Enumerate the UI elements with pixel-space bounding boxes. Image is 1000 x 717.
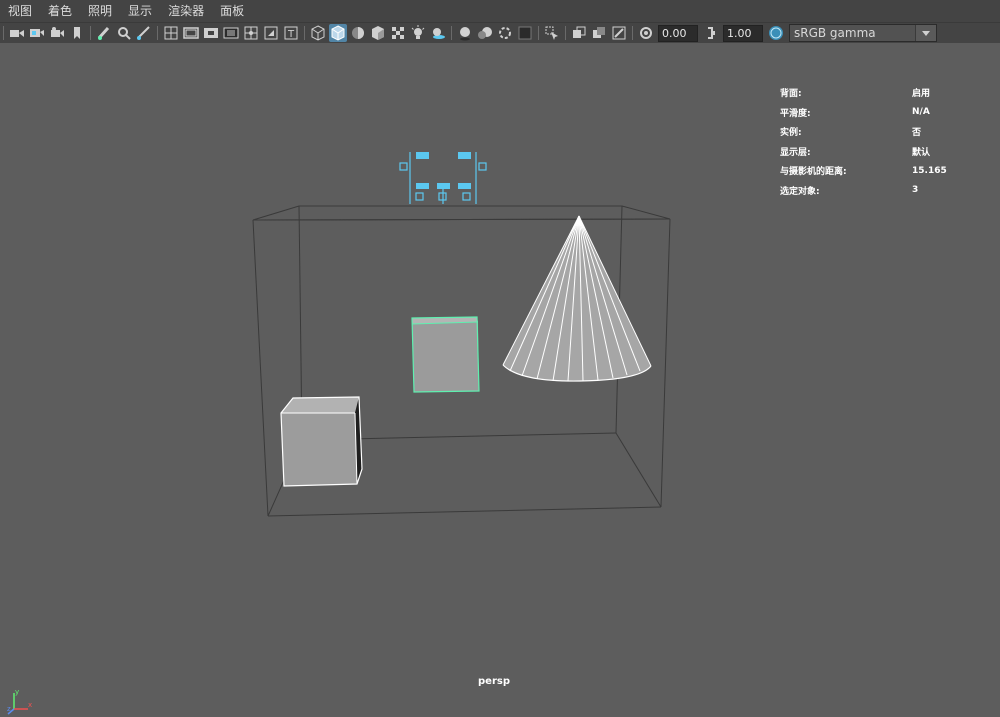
- safe-action-icon[interactable]: [242, 24, 260, 42]
- shadows-icon[interactable]: [429, 24, 447, 42]
- xray-joints-icon[interactable]: [590, 24, 608, 42]
- viewport-toolbar: T 0.00 1.00 sRGB gamma: [0, 22, 1000, 43]
- manipulator-handles[interactable]: [399, 152, 487, 204]
- toolbar-divider: [304, 26, 305, 40]
- bookmark-camera-icon[interactable]: [48, 24, 66, 42]
- axis-x-label: x: [28, 701, 32, 709]
- depth-of-field-icon[interactable]: [516, 24, 534, 42]
- gamma-field[interactable]: 1.00: [723, 24, 763, 42]
- xray-components-icon[interactable]: [610, 24, 628, 42]
- toolbar-divider: [538, 26, 539, 40]
- camera-attributes-icon[interactable]: [28, 24, 46, 42]
- chevron-down-icon[interactable]: [915, 25, 936, 41]
- default-material-icon[interactable]: [349, 24, 367, 42]
- menu-lighting[interactable]: 照明: [80, 0, 120, 22]
- exposure-icon[interactable]: [637, 24, 655, 42]
- gate-mask-icon[interactable]: [202, 24, 220, 42]
- shaded-wireframe-icon[interactable]: [369, 24, 387, 42]
- cone-object[interactable]: [502, 215, 652, 382]
- menu-shading[interactable]: 着色: [40, 0, 80, 22]
- isolate-select-icon[interactable]: [543, 24, 561, 42]
- toolbar-divider: [3, 26, 4, 40]
- multisample-aa-icon[interactable]: [496, 24, 514, 42]
- toolbar-divider: [565, 26, 566, 40]
- toolbar-divider: [451, 26, 452, 40]
- axis-z-label: z: [7, 705, 11, 713]
- toolbar-divider: [157, 26, 158, 40]
- axis-indicator: y x z: [7, 688, 32, 715]
- viewport[interactable]: 背面: 启用 平滑度: N/A 实例: 否 显示层: 默认 与摄影机的距离: 1…: [0, 43, 1000, 715]
- menu-bar: 视图 着色 照明 显示 渲染器 面板: [0, 0, 1000, 22]
- safe-title-icon[interactable]: [262, 24, 280, 42]
- use-all-lights-icon[interactable]: [409, 24, 427, 42]
- grid-icon[interactable]: [135, 24, 153, 42]
- text-icon[interactable]: T: [282, 24, 300, 42]
- resolution-gate-icon[interactable]: [182, 24, 200, 42]
- exposure-field[interactable]: 0.00: [658, 24, 698, 42]
- cube-selected[interactable]: [411, 316, 480, 393]
- gamma-icon[interactable]: [702, 24, 720, 42]
- wireframe-icon[interactable]: [309, 24, 327, 42]
- film-gate-icon[interactable]: [162, 24, 180, 42]
- colorspace-icon[interactable]: [767, 24, 785, 42]
- toolbar-divider: [632, 26, 633, 40]
- motion-blur-icon[interactable]: [476, 24, 494, 42]
- smooth-shade-icon[interactable]: [329, 24, 347, 42]
- camera-name-label: persp: [478, 676, 510, 687]
- colorspace-dropdown[interactable]: sRGB gamma: [789, 24, 937, 42]
- select-camera-icon[interactable]: [8, 24, 26, 42]
- menu-view[interactable]: 视图: [0, 0, 40, 22]
- 2d-pan-zoom-icon[interactable]: [115, 24, 133, 42]
- toolbar-divider: [90, 26, 91, 40]
- field-chart-icon[interactable]: [222, 24, 240, 42]
- grease-pencil-icon[interactable]: [95, 24, 113, 42]
- xray-icon[interactable]: [570, 24, 588, 42]
- menu-show[interactable]: 显示: [120, 0, 160, 22]
- axis-y-label: y: [15, 688, 19, 696]
- menu-panels[interactable]: 面板: [212, 0, 252, 22]
- image-plane-icon[interactable]: [68, 24, 86, 42]
- screen-space-ao-icon[interactable]: [456, 24, 474, 42]
- scene-canvas[interactable]: [0, 43, 1000, 694]
- svg-text:T: T: [287, 29, 295, 40]
- menu-renderer[interactable]: 渲染器: [160, 0, 212, 22]
- textured-icon[interactable]: [389, 24, 407, 42]
- cube-front[interactable]: [280, 396, 363, 487]
- colorspace-label: sRGB gamma: [794, 26, 876, 40]
